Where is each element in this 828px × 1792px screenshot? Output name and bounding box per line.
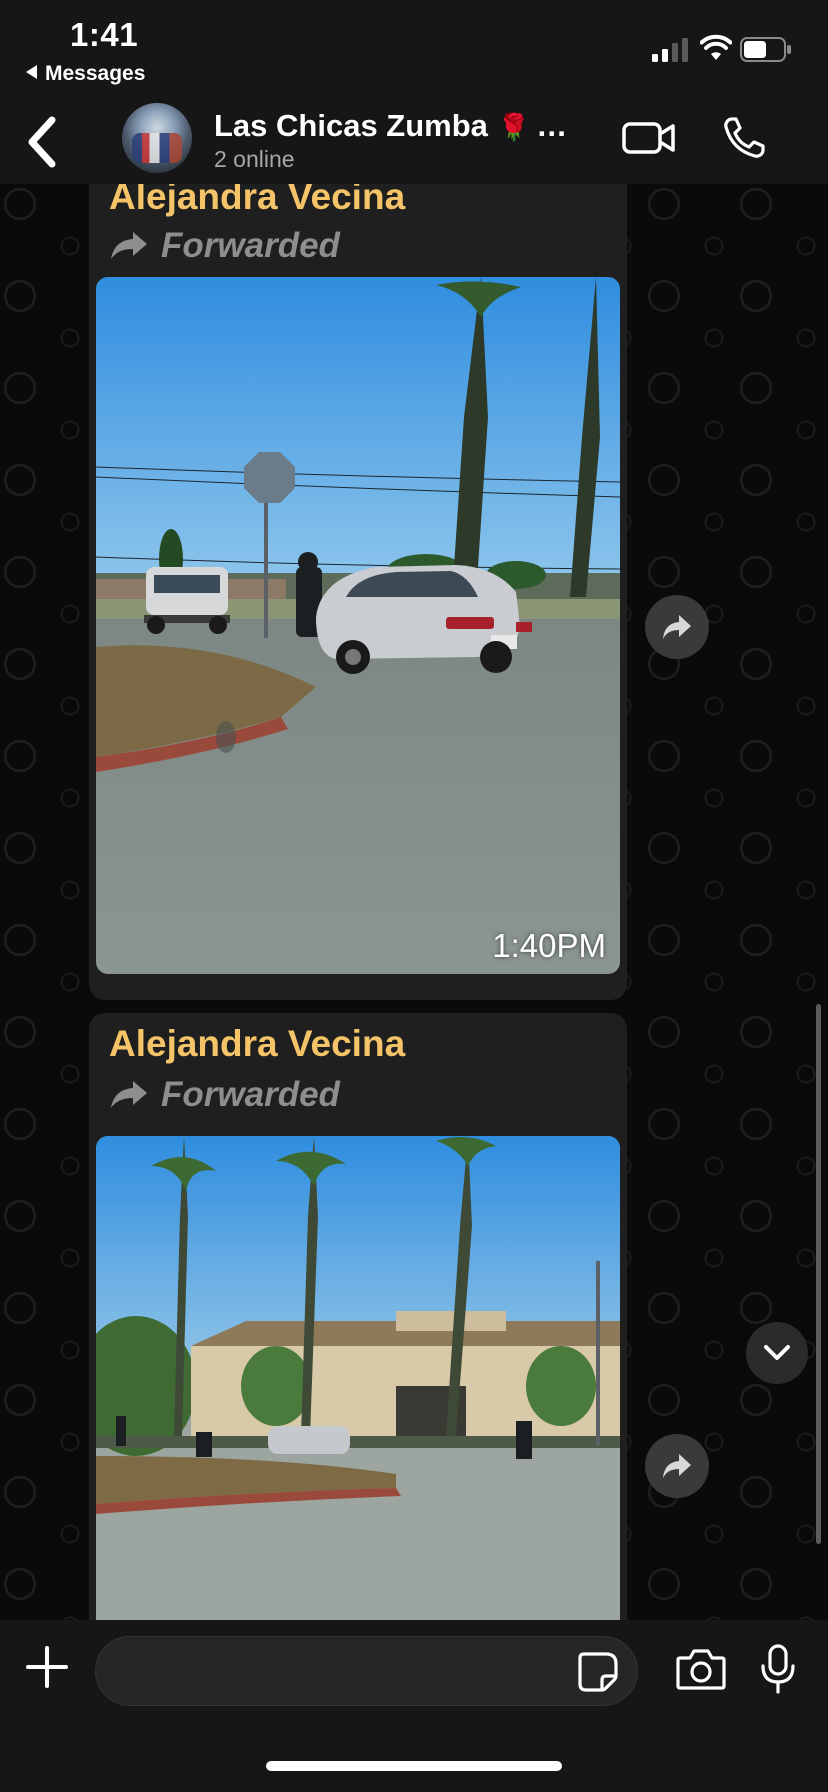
message-bubble[interactable]: Alejandra Vecina Forwarded (89, 184, 627, 1000)
chevron-down-icon (764, 1345, 790, 1360)
scroll-to-bottom-button[interactable] (746, 1322, 808, 1384)
scrollbar[interactable] (816, 1004, 821, 1544)
plus-icon[interactable] (26, 1646, 68, 1688)
back-to-app-label: Messages (45, 62, 146, 85)
sender-name[interactable]: Alejandra Vecina (109, 1023, 405, 1065)
video-call-icon[interactable] (622, 118, 676, 158)
sticker-icon[interactable] (578, 1652, 618, 1692)
share-button[interactable] (645, 595, 709, 659)
chat-header: Las Chicas Zumba 🌹… 2 online (0, 98, 828, 184)
photo-attachment[interactable] (96, 1136, 620, 1620)
share-arrow-icon (663, 1454, 691, 1478)
phone-call-icon[interactable] (722, 116, 766, 160)
rose-emoji: 🌹 (497, 112, 531, 142)
chat-title-row[interactable]: Las Chicas Zumba 🌹… (214, 108, 567, 144)
forwarded-arrow-icon (111, 232, 147, 259)
forwarded-text: Forwarded (161, 226, 340, 265)
forwarded-text: Forwarded (161, 1075, 340, 1114)
microphone-icon[interactable] (760, 1644, 796, 1694)
chat-title: Las Chicas Zumba (214, 108, 488, 143)
street-scene-image: 1:40PM (96, 277, 620, 974)
photo-attachment[interactable]: 1:40PM (96, 277, 620, 974)
sender-name[interactable]: Alejandra Vecina (109, 184, 405, 218)
camera-icon[interactable] (676, 1648, 726, 1690)
storefront-scene-image (96, 1136, 620, 1620)
wifi-icon (700, 34, 732, 60)
back-chevron-icon[interactable] (22, 114, 62, 170)
cellular-signal-icon (652, 38, 688, 62)
forwarded-arrow-icon (111, 1081, 147, 1108)
back-to-messages-link[interactable]: Messages (26, 62, 145, 86)
message-input[interactable] (95, 1636, 638, 1706)
status-bar: 1:41 Messages (0, 0, 828, 98)
forwarded-label: Forwarded (109, 226, 340, 266)
status-time: 1:41 (70, 16, 139, 53)
group-avatar[interactable] (122, 103, 192, 173)
title-ellipsis: … (536, 108, 568, 143)
home-indicator[interactable] (266, 1761, 562, 1771)
message-bubble[interactable]: Alejandra Vecina Forwarded (89, 1013, 627, 1620)
share-button[interactable] (645, 1434, 709, 1498)
forwarded-label: Forwarded (109, 1075, 340, 1115)
share-arrow-icon (663, 615, 691, 639)
message-time: 1:40PM (492, 927, 606, 964)
online-status: 2 online (214, 146, 295, 172)
battery-icon (740, 37, 791, 62)
chat-area[interactable]: Alejandra Vecina Forwarded 1:40PM Alejan… (0, 184, 828, 1620)
back-triangle-icon (26, 65, 37, 79)
